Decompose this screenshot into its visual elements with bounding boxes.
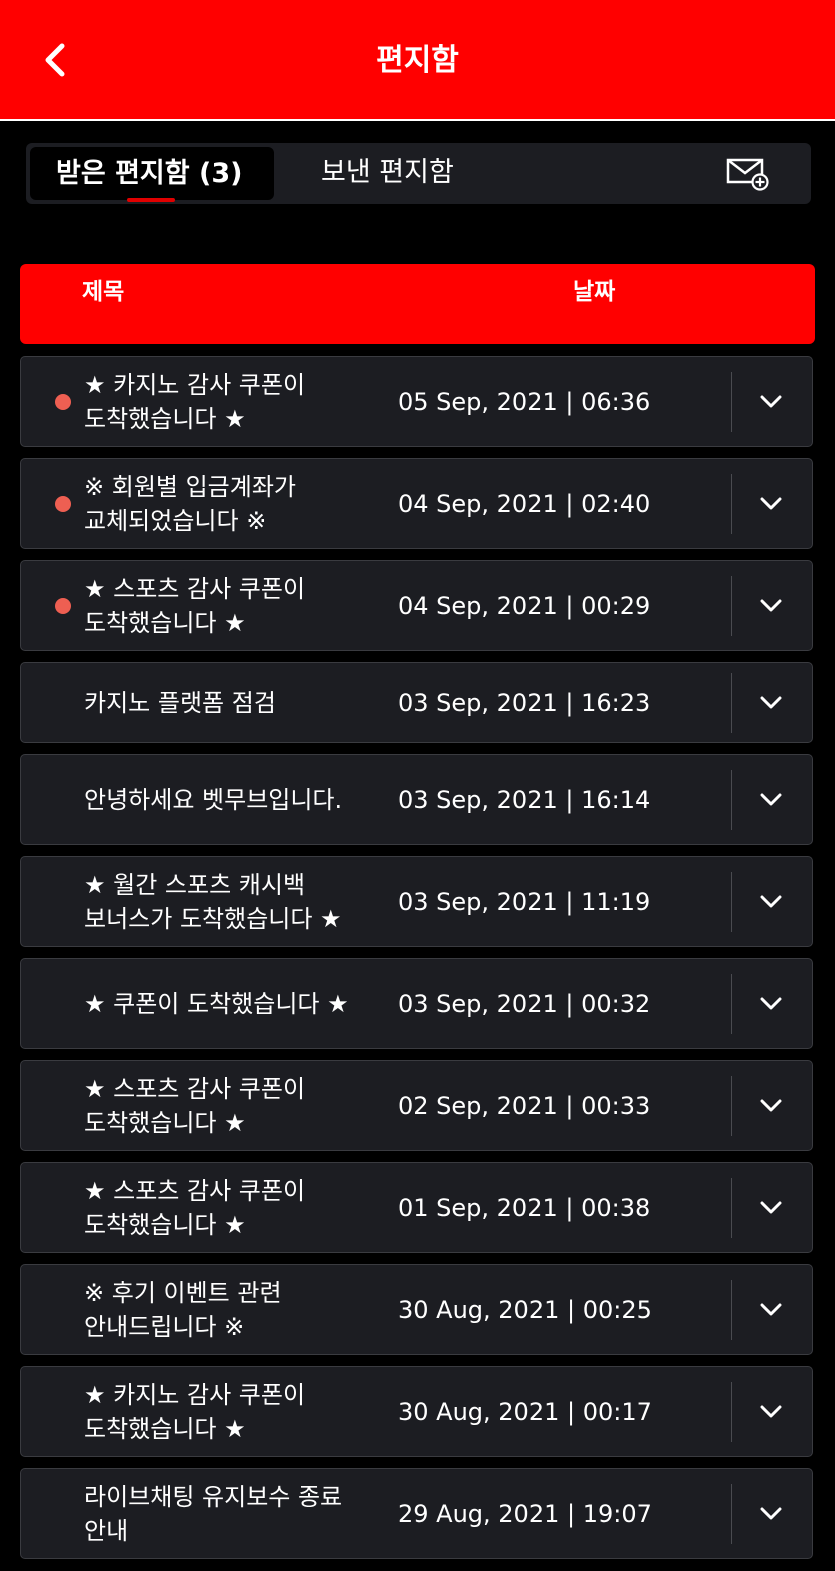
tab-inbox[interactable]: 받은 편지함 (3): [30, 147, 274, 202]
expand-button[interactable]: [751, 780, 791, 820]
message-subject: ★ 스포츠 감사 쿠폰이 도착했습니다 ★: [84, 1074, 306, 1137]
message-row[interactable]: 안녕하세요 벳무브입니다. 03 Sep, 2021 | 16:14: [20, 754, 813, 845]
message-date: 02 Sep, 2021 | 00:33: [398, 1091, 651, 1120]
chevron-down-icon: [760, 1201, 782, 1213]
message-subject: ★ 카지노 감사 쿠폰이 도착했습니다 ★: [84, 1380, 306, 1443]
expand-button[interactable]: [751, 1290, 791, 1330]
message-date: 04 Sep, 2021 | 00:29: [398, 591, 651, 620]
mail-add-icon: [726, 158, 769, 191]
expand-button[interactable]: [751, 1392, 791, 1432]
expand-button[interactable]: [751, 683, 791, 723]
row-divider: [731, 871, 732, 932]
message-date: 04 Sep, 2021 | 02:40: [398, 489, 651, 518]
chevron-down-icon: [760, 895, 782, 907]
tab-inbox-label: 받은 편지함 (3): [56, 158, 243, 189]
chevron-down-icon: [760, 696, 782, 708]
message-subject: ★ 카지노 감사 쿠폰이 도착했습니다 ★: [84, 370, 306, 433]
message-row[interactable]: ★ 카지노 감사 쿠폰이 도착했습니다 ★ 30 Aug, 2021 | 00:…: [20, 1366, 813, 1457]
tab-sent[interactable]: 보낸 편지함: [321, 155, 454, 191]
message-subject: ※ 후기 이벤트 관련 안내드립니다 ※: [84, 1278, 282, 1341]
message-row[interactable]: ★ 카지노 감사 쿠폰이 도착했습니다 ★ 05 Sep, 2021 | 06:…: [20, 356, 813, 447]
table-header: 제목 날짜: [20, 264, 815, 344]
chevron-down-icon: [760, 1405, 782, 1417]
row-divider: [731, 1177, 732, 1238]
row-divider: [731, 1075, 732, 1136]
expand-button[interactable]: [751, 484, 791, 524]
page-title: 편지함: [376, 43, 459, 78]
row-divider: [731, 769, 732, 830]
message-date: 01 Sep, 2021 | 00:38: [398, 1193, 651, 1222]
message-date: 30 Aug, 2021 | 00:17: [398, 1397, 652, 1426]
message-date: 03 Sep, 2021 | 00:32: [398, 989, 651, 1018]
chevron-down-icon: [760, 997, 782, 1009]
message-date: 03 Sep, 2021 | 16:23: [398, 688, 651, 717]
message-row[interactable]: ★ 스포츠 감사 쿠폰이 도착했습니다 ★ 01 Sep, 2021 | 00:…: [20, 1162, 813, 1253]
active-tab-indicator: [127, 198, 175, 202]
message-row[interactable]: ★ 쿠폰이 도착했습니다 ★ 03 Sep, 2021 | 00:32: [20, 958, 813, 1049]
chevron-down-icon: [760, 497, 782, 509]
message-date: 03 Sep, 2021 | 16:14: [398, 785, 651, 814]
expand-button[interactable]: [751, 984, 791, 1024]
message-date: 30 Aug, 2021 | 00:25: [398, 1295, 652, 1324]
message-list: ★ 카지노 감사 쿠폰이 도착했습니다 ★ 05 Sep, 2021 | 06:…: [20, 356, 813, 1570]
row-divider: [731, 575, 732, 636]
message-row[interactable]: 카지노 플랫폼 점검 03 Sep, 2021 | 16:23: [20, 662, 813, 743]
row-divider: [731, 1483, 732, 1544]
message-row[interactable]: ★ 스포츠 감사 쿠폰이 도착했습니다 ★ 04 Sep, 2021 | 00:…: [20, 560, 813, 651]
message-row[interactable]: 라이브채팅 유지보수 종료 안내 29 Aug, 2021 | 19:07: [20, 1468, 813, 1559]
chevron-down-icon: [760, 1099, 782, 1111]
expand-button[interactable]: [751, 1188, 791, 1228]
expand-button[interactable]: [751, 382, 791, 422]
message-subject: 안녕하세요 벳무브입니다.: [84, 785, 343, 814]
chevron-down-icon: [760, 395, 782, 407]
message-row[interactable]: ★ 월간 스포츠 캐시백 보너스가 도착했습니다 ★ 03 Sep, 2021 …: [20, 856, 813, 947]
message-row[interactable]: ※ 후기 이벤트 관련 안내드립니다 ※ 30 Aug, 2021 | 00:2…: [20, 1264, 813, 1355]
row-divider: [731, 1279, 732, 1340]
row-divider: [731, 672, 732, 733]
expand-button[interactable]: [751, 1494, 791, 1534]
message-subject: ※ 회원별 입금계좌가 교체되었습니다 ※: [84, 472, 297, 535]
compose-button[interactable]: [726, 157, 770, 191]
chevron-down-icon: [760, 1303, 782, 1315]
chevron-down-icon: [760, 793, 782, 805]
row-divider: [731, 473, 732, 534]
message-row[interactable]: ※ 회원별 입금계좌가 교체되었습니다 ※ 04 Sep, 2021 | 02:…: [20, 458, 813, 549]
row-divider: [731, 1381, 732, 1442]
column-header-date: 날짜: [573, 279, 616, 305]
message-subject: ★ 월간 스포츠 캐시백 보너스가 도착했습니다 ★: [84, 870, 342, 933]
expand-button[interactable]: [751, 882, 791, 922]
unread-dot: [55, 393, 71, 410]
column-header-title: 제목: [82, 279, 125, 305]
chevron-down-icon: [760, 1507, 782, 1519]
message-subject: ★ 스포츠 감사 쿠폰이 도착했습니다 ★: [84, 1176, 306, 1239]
message-date: 29 Aug, 2021 | 19:07: [398, 1499, 652, 1528]
expand-button[interactable]: [751, 1086, 791, 1126]
message-date: 03 Sep, 2021 | 11:19: [398, 887, 651, 916]
top-bar: 편지함: [0, 0, 835, 121]
message-subject: ★ 쿠폰이 도착했습니다 ★: [84, 989, 349, 1018]
message-row[interactable]: ★ 스포츠 감사 쿠폰이 도착했습니다 ★ 02 Sep, 2021 | 00:…: [20, 1060, 813, 1151]
chevron-down-icon: [760, 599, 782, 611]
message-subject: 카지노 플랫폼 점검: [84, 688, 276, 717]
unread-dot: [55, 597, 71, 614]
mailbox-tabs: 받은 편지함 (3) 보낸 편지함: [26, 143, 811, 204]
row-divider: [731, 973, 732, 1034]
message-date: 05 Sep, 2021 | 06:36: [398, 387, 651, 416]
unread-dot: [55, 495, 71, 512]
message-subject: ★ 스포츠 감사 쿠폰이 도착했습니다 ★: [84, 574, 306, 637]
message-subject: 라이브채팅 유지보수 종료 안내: [84, 1482, 343, 1545]
expand-button[interactable]: [751, 586, 791, 626]
row-divider: [731, 371, 732, 432]
